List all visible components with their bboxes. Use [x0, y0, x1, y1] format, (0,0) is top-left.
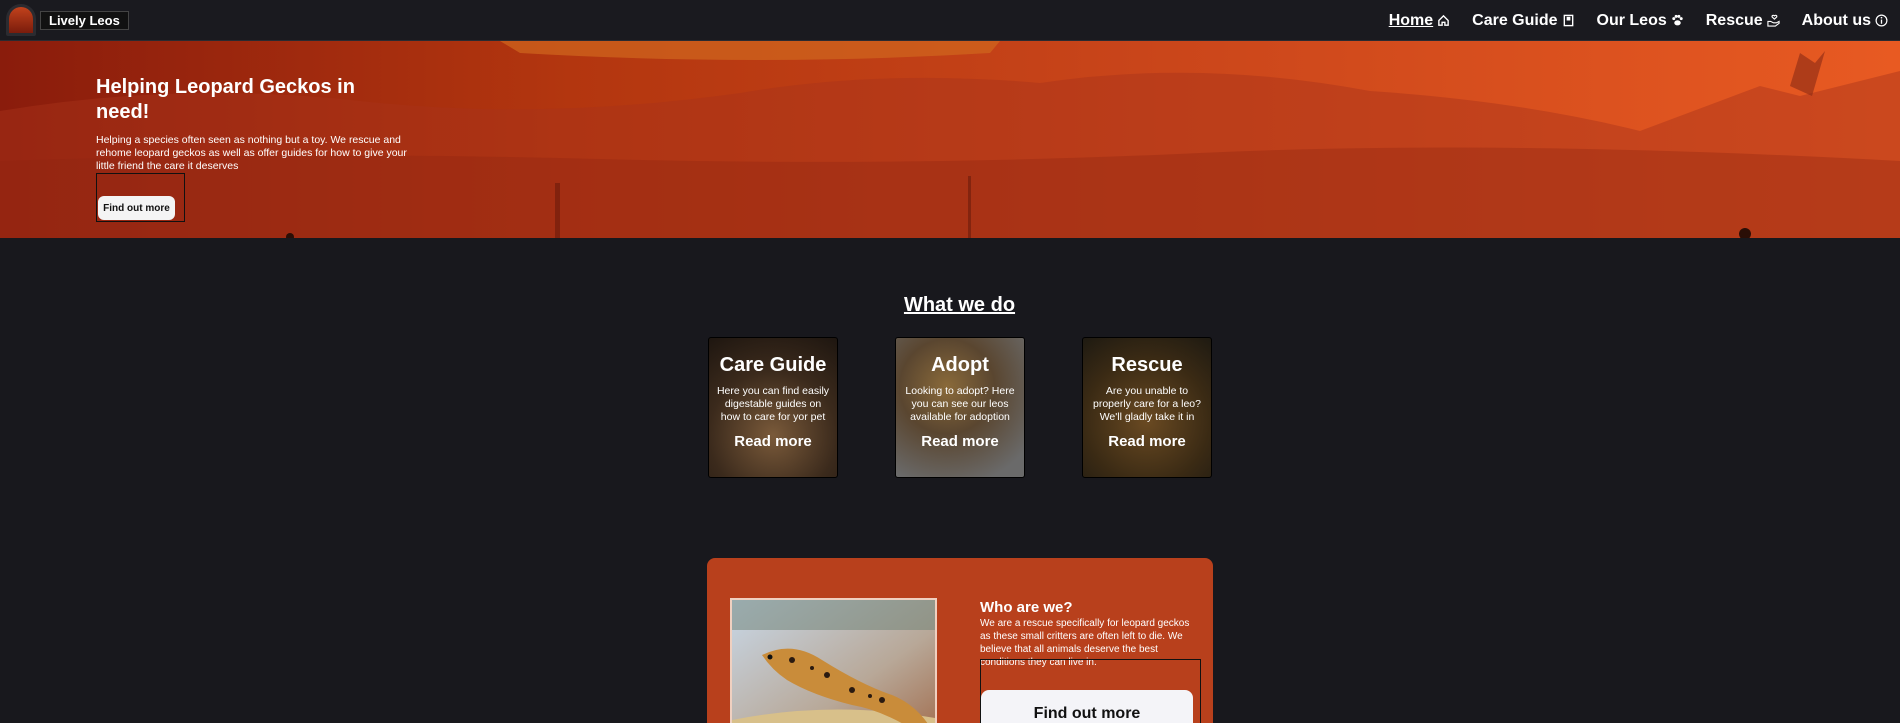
about-section: Who are we? We are a rescue specifically…	[707, 558, 1213, 723]
brand-logo[interactable]: Lively Leos	[6, 4, 129, 36]
hand-heart-icon	[1767, 14, 1780, 27]
card-title: Care Guide	[719, 354, 827, 376]
nav-item-care-guide[interactable]: Care Guide	[1472, 12, 1574, 30]
nav-label: About us	[1801, 11, 1871, 29]
about-button-container: Find out more	[980, 659, 1201, 723]
nav-item-home[interactable]: Home	[1389, 12, 1450, 30]
card-description: Are you unable to properly care for a le…	[1093, 385, 1201, 423]
logo-icon	[6, 4, 36, 36]
nav-item-about-us[interactable]: About us	[1802, 12, 1888, 30]
section-title: What we do	[903, 294, 1016, 316]
hero-description: Helping a species often seen as nothing …	[96, 134, 407, 172]
nav-item-our-leos[interactable]: Our Leos	[1597, 12, 1684, 30]
card-description: Looking to adopt? Here you can see our l…	[905, 385, 1015, 423]
card-adopt[interactable]: Adopt Looking to adopt? Here you can see…	[895, 337, 1025, 478]
card-rescue[interactable]: Rescue Are you unable to properly care f…	[1082, 337, 1212, 478]
brand-name: Lively Leos	[40, 10, 129, 30]
nav-label: Care Guide	[1472, 11, 1558, 29]
top-navbar: Lively Leos Home Care Guide Our Leos Res…	[0, 0, 1900, 41]
card-title: Adopt	[931, 354, 989, 376]
find-out-more-button[interactable]: Find out more	[98, 196, 175, 220]
book-icon	[1563, 14, 1573, 27]
nav-label: Home	[1388, 11, 1434, 29]
nav-menu: Home Care Guide Our Leos Rescue About us	[1389, 0, 1888, 41]
gecko-image	[732, 600, 935, 723]
card-care-guide[interactable]: Care Guide Here you can find easily dige…	[708, 337, 838, 478]
read-more-link[interactable]: Read more	[709, 433, 837, 450]
paw-icon	[1672, 14, 1683, 26]
card-title: Rescue	[1111, 354, 1183, 376]
nav-item-rescue[interactable]: Rescue	[1706, 12, 1780, 30]
info-icon	[1875, 14, 1888, 27]
about-title: Who are we?	[980, 599, 1073, 616]
hero-button-container: Find out more	[96, 173, 185, 222]
hero-title: Helping Leopard Geckos in need!	[96, 76, 355, 123]
hero-banner: Helping Leopard Geckos in need! Helping …	[0, 41, 1900, 238]
home-icon	[1438, 14, 1449, 26]
nav-label: Our Leos	[1596, 11, 1667, 29]
gecko-photo	[730, 598, 937, 723]
read-more-link[interactable]: Read more	[896, 433, 1024, 450]
nav-label: Rescue	[1705, 11, 1763, 29]
about-find-out-more-button[interactable]: Find out more	[981, 690, 1193, 723]
card-description: Here you can find easily digestable guid…	[716, 385, 830, 423]
read-more-link[interactable]: Read more	[1083, 433, 1211, 450]
